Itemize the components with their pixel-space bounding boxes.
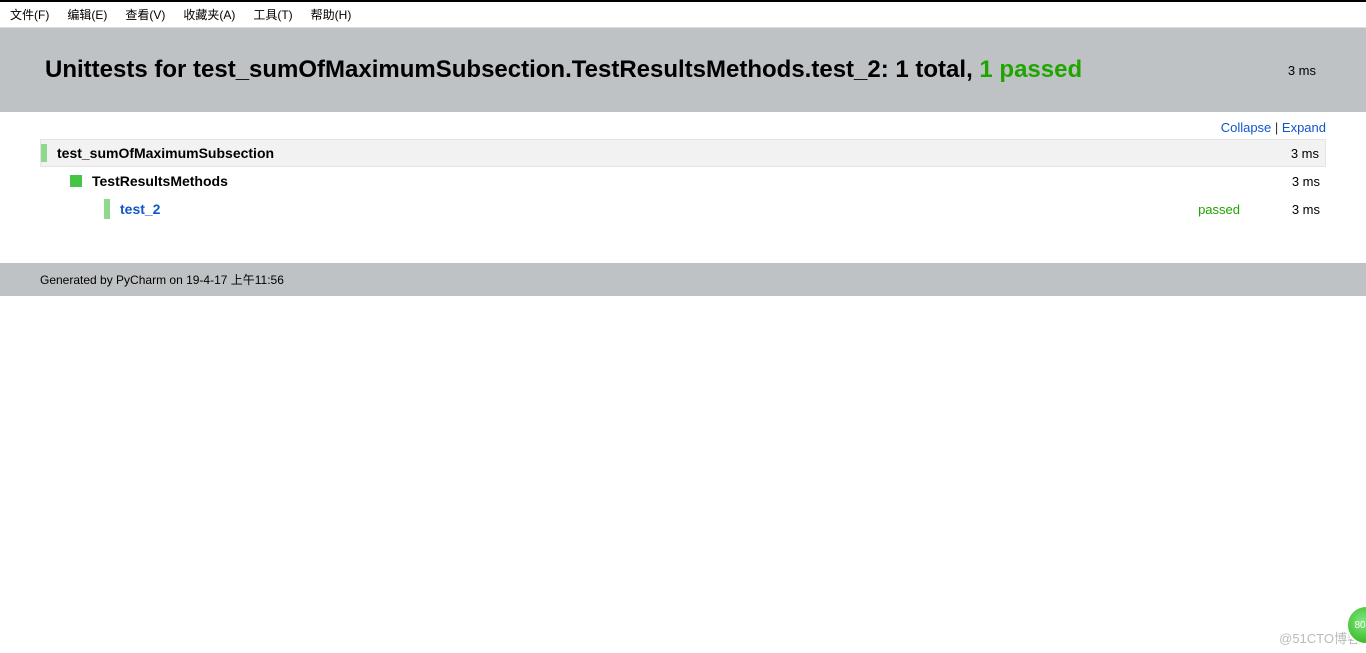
report-header: Unittests for test_sumOfMaximumSubsectio… <box>0 28 1366 112</box>
controls-separator: | <box>1271 120 1282 135</box>
tree-row-class[interactable]: TestResultsMethods 3 ms <box>40 167 1326 195</box>
class-duration: 3 ms <box>1260 174 1320 189</box>
tree-row-test[interactable]: test_2 passed 3 ms <box>40 195 1326 223</box>
test-tree: test_sumOfMaximumSubsection 3 ms TestRes… <box>0 139 1366 223</box>
expand-link[interactable]: Expand <box>1282 120 1326 135</box>
report-passed: 1 passed <box>979 56 1082 83</box>
report-duration: 3 ms <box>1288 63 1326 78</box>
menu-file[interactable]: 文件(F) <box>10 6 49 23</box>
collapse-link[interactable]: Collapse <box>1221 120 1272 135</box>
status-bar-icon <box>104 199 110 219</box>
menu-favorites[interactable]: 收藏夹(A) <box>183 6 235 23</box>
footer-text: Generated by PyCharm on 19-4-17 上午11:56 <box>40 273 284 287</box>
module-duration: 3 ms <box>1259 146 1319 161</box>
report-title: Unittests for test_sumOfMaximumSubsectio… <box>45 56 1082 84</box>
class-name: TestResultsMethods <box>92 173 1260 189</box>
test-name-link[interactable]: test_2 <box>120 201 1198 217</box>
menubar: 文件(F) 编辑(E) 查看(V) 收藏夹(A) 工具(T) 帮助(H) <box>0 2 1366 28</box>
menu-help[interactable]: 帮助(H) <box>311 6 352 23</box>
report-total: 1 total, <box>895 56 972 83</box>
status-bar-icon <box>41 144 47 162</box>
status-square-icon <box>70 175 82 187</box>
test-status: passed <box>1198 202 1260 217</box>
tree-controls: Collapse | Expand <box>0 112 1366 139</box>
menu-view[interactable]: 查看(V) <box>125 6 165 23</box>
report-footer: Generated by PyCharm on 19-4-17 上午11:56 <box>0 263 1366 296</box>
tree-row-module[interactable]: test_sumOfMaximumSubsection 3 ms <box>40 139 1326 167</box>
menu-edit[interactable]: 编辑(E) <box>67 6 107 23</box>
module-name: test_sumOfMaximumSubsection <box>57 145 1259 161</box>
test-duration: 3 ms <box>1260 202 1320 217</box>
menu-tools[interactable]: 工具(T) <box>253 6 292 23</box>
report-title-prefix: Unittests for test_sumOfMaximumSubsectio… <box>45 56 895 83</box>
